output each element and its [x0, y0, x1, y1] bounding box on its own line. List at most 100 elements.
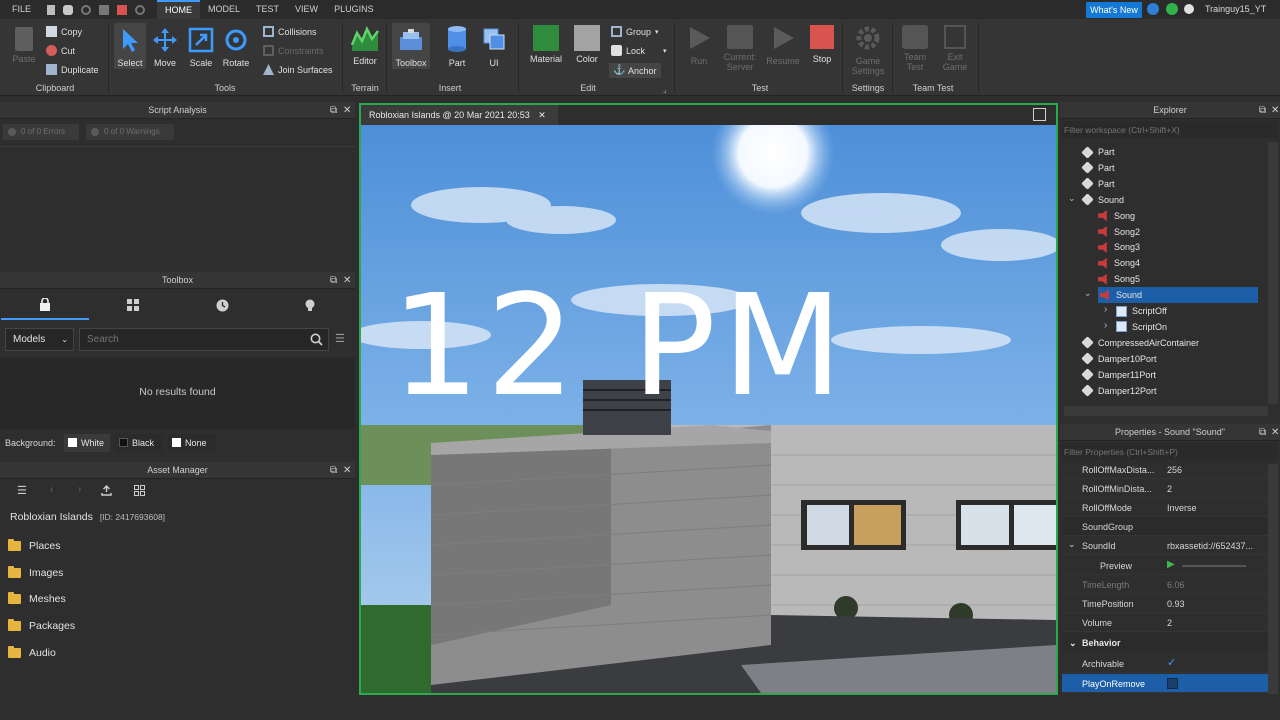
category-select[interactable]: Models ⌄ — [5, 328, 74, 351]
tab-marketplace[interactable] — [89, 290, 177, 320]
tab-inventory[interactable] — [1, 290, 89, 320]
expand-chevron-icon[interactable]: ⌄ — [1084, 288, 1092, 299]
folder-audio[interactable]: Audio — [8, 646, 56, 659]
prop-row[interactable]: Volume 2 — [1062, 613, 1268, 632]
bg-black-option[interactable]: Black — [115, 434, 163, 452]
prop-value[interactable]: Inverse — [1167, 503, 1197, 513]
explorer-item[interactable]: Part — [1081, 176, 1115, 192]
constraints-toggle[interactable]: Constraints — [263, 45, 324, 56]
paste-button[interactable]: Paste — [10, 27, 38, 64]
forward-arrow-icon[interactable]: › — [78, 484, 81, 495]
current-server-button[interactable]: Current: Server — [720, 25, 760, 72]
upload-icon[interactable] — [101, 485, 112, 496]
document-tab[interactable]: Robloxian Islands @ 20 Mar 2021 20:53 ✕ — [361, 105, 558, 125]
ui-button[interactable]: UI — [480, 25, 508, 68]
close-icon[interactable]: ✕ — [343, 102, 351, 119]
prop-value[interactable]: 0.93 — [1167, 599, 1185, 609]
close-tab-icon[interactable]: ✕ — [538, 110, 546, 120]
close-icon[interactable]: ✕ — [1271, 424, 1279, 441]
redo-icon[interactable] — [81, 4, 92, 15]
errors-filter-chip[interactable]: 0 of 0 Errors — [3, 124, 79, 140]
explorer-item[interactable]: ⌄ Sound — [1068, 192, 1124, 208]
prop-value[interactable]: 2 — [1167, 484, 1172, 494]
binoculars-icon[interactable] — [63, 4, 74, 15]
warnings-filter-chip[interactable]: 0 of 0 Warnings — [86, 124, 174, 140]
lock-button[interactable]: Lock ▾ — [611, 45, 667, 56]
dock-icon[interactable]: ⧉ — [1259, 102, 1266, 119]
collapse-chevron-icon[interactable]: ⌄ — [1068, 539, 1076, 550]
explorer-item[interactable]: Part — [1081, 160, 1115, 176]
prop-value[interactable]: 2 — [1167, 618, 1172, 628]
stop-button[interactable]: Stop — [806, 25, 838, 64]
minus-circle-icon[interactable] — [1184, 4, 1194, 14]
prop-row[interactable]: TimePosition 0.93 — [1062, 594, 1268, 613]
close-icon[interactable]: ✕ — [343, 462, 351, 479]
username-label[interactable]: Trainguy15_YT — [1205, 4, 1266, 14]
team-test-button[interactable]: Team Test — [898, 25, 932, 72]
explorer-hscrollbar[interactable] — [1064, 406, 1268, 416]
properties-scrollbar[interactable] — [1268, 464, 1278, 694]
tab-recent[interactable] — [178, 290, 266, 320]
online-status-icon[interactable] — [1166, 3, 1178, 15]
select-tool-button[interactable]: Select — [114, 23, 146, 69]
explorer-item[interactable]: Song — [1098, 208, 1135, 224]
prop-value[interactable]: rbxassetid://652437... — [1167, 541, 1253, 551]
prop-row[interactable]: TimeLength 6.06 — [1062, 575, 1268, 594]
whats-new-button[interactable]: What's New — [1086, 2, 1142, 18]
folder-meshes[interactable]: Meshes — [8, 592, 66, 605]
toolbox-search-field[interactable] — [79, 328, 329, 351]
explorer-item[interactable]: Damper11Port — [1081, 367, 1156, 383]
explorer-item[interactable]: Damper10Port — [1081, 351, 1157, 367]
prop-play-on-remove[interactable]: PlayOnRemove — [1062, 674, 1268, 693]
explorer-item[interactable]: Song5 — [1098, 271, 1140, 287]
part-button[interactable]: Part — [442, 25, 472, 68]
puzzle-icon[interactable] — [99, 4, 110, 15]
explorer-filter-input[interactable] — [1062, 121, 1278, 138]
filter-sliders-icon[interactable]: ☰ — [335, 332, 345, 345]
bg-white-option[interactable]: White — [64, 434, 110, 452]
section-behavior[interactable]: ⌄ Behavior — [1062, 633, 1268, 652]
move-tool-button[interactable]: Move — [150, 27, 180, 68]
prop-value[interactable]: 256 — [1167, 465, 1182, 475]
scale-tool-button[interactable]: Scale — [186, 27, 216, 68]
dock-icon[interactable]: ⧉ — [330, 462, 337, 479]
tab-plugins[interactable]: PLUGINS — [326, 0, 382, 19]
resume-button[interactable]: Resume — [764, 25, 802, 66]
search-icon[interactable] — [310, 333, 323, 346]
explorer-item[interactable]: Song4 — [1098, 255, 1140, 271]
collapsed-chevron-icon[interactable]: › — [1104, 304, 1107, 315]
game-settings-button[interactable]: Game Settings — [848, 25, 888, 76]
properties-filter-input[interactable] — [1062, 443, 1278, 460]
material-button[interactable]: Material — [526, 25, 566, 64]
anchor-button[interactable]: ⚓ Anchor — [609, 63, 661, 78]
color-button[interactable]: Color — [570, 25, 604, 64]
help-icon[interactable] — [1147, 3, 1159, 15]
explorer-item[interactable]: Song3 — [1098, 239, 1140, 255]
prop-value[interactable]: 6.06 — [1167, 580, 1185, 590]
tab-home[interactable]: HOME — [157, 0, 201, 19]
prop-row[interactable]: SoundGroup — [1062, 517, 1268, 536]
stop-square-icon[interactable] — [117, 4, 128, 15]
prop-row[interactable]: ⌄ SoundId rbxassetid://652437... — [1062, 536, 1268, 555]
terrain-editor-button[interactable]: Editor — [348, 25, 382, 66]
explorer-item[interactable]: CompressedAirContainer — [1081, 335, 1199, 351]
prop-archivable[interactable]: Archivable ✓ — [1062, 654, 1268, 673]
prop-row[interactable]: Preview ▶ — [1062, 556, 1268, 575]
exit-game-button[interactable]: Exit Game — [938, 25, 972, 72]
close-icon[interactable]: ✕ — [343, 272, 351, 289]
explorer-scrollbar[interactable] — [1268, 142, 1278, 404]
folder-packages[interactable]: Packages — [8, 619, 75, 632]
expand-chevron-icon[interactable]: ⌄ — [1068, 193, 1076, 204]
tab-creations[interactable] — [266, 290, 354, 320]
search-input[interactable] — [80, 329, 295, 350]
copy-button[interactable]: Copy — [46, 26, 82, 37]
maximize-viewport-icon[interactable] — [1033, 108, 1046, 121]
folder-places[interactable]: Places — [8, 539, 61, 552]
tab-view[interactable]: VIEW — [287, 0, 326, 19]
tab-test[interactable]: TEST — [248, 0, 287, 19]
checkmark-icon[interactable]: ✓ — [1167, 656, 1176, 669]
explorer-item[interactable]: Part — [1081, 144, 1115, 160]
folder-images[interactable]: Images — [8, 566, 63, 579]
3d-viewport[interactable]: 12 PM — [361, 125, 1056, 693]
cut-button[interactable]: Cut — [46, 45, 75, 56]
